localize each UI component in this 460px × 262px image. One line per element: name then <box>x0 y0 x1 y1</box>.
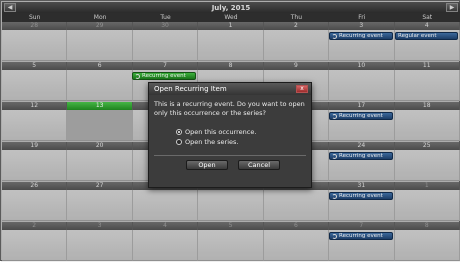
option-series[interactable]: Open the series. <box>176 138 238 146</box>
open-button[interactable]: Open <box>186 160 228 170</box>
radio-occurrence[interactable] <box>176 129 182 135</box>
dialog-divider <box>154 155 306 156</box>
recurring-item-dialog: Open Recurring Item x This is a recurrin… <box>148 82 312 188</box>
dialog-title: Open Recurring Item <box>154 85 227 93</box>
option-series-label: Open the series. <box>185 138 239 146</box>
cancel-button[interactable]: Cancel <box>238 160 280 170</box>
option-occurrence-label: Open this occurrence. <box>185 128 257 136</box>
dialog-message: This is a recurring event. Do you want t… <box>154 100 305 117</box>
calendar-app: ◀ July, 2015 ▶ Sun Mon Tue Wed Thu Fri S… <box>0 0 460 262</box>
dialog-title-bar: Open Recurring Item <box>149 83 311 95</box>
radio-series[interactable] <box>176 139 182 145</box>
option-occurrence[interactable]: Open this occurrence. <box>176 128 256 136</box>
close-icon[interactable]: x <box>296 85 308 93</box>
